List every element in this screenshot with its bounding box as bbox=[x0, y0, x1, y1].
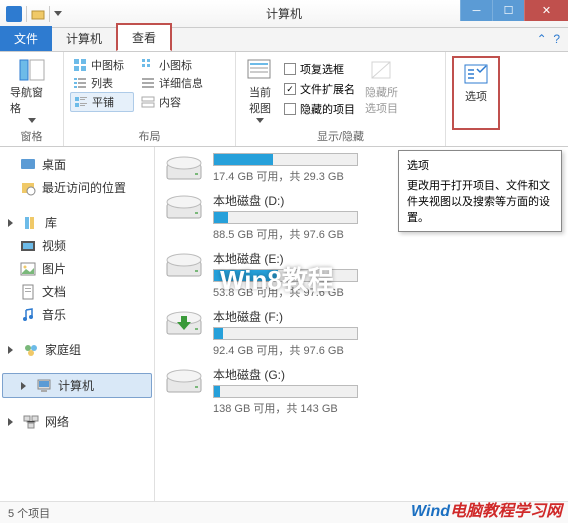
sidebar-item-videos[interactable]: 视频 bbox=[0, 234, 154, 257]
checkbox-icon bbox=[284, 63, 296, 75]
drive-usage-bar bbox=[213, 385, 358, 398]
options-button[interactable]: 选项 bbox=[458, 60, 494, 106]
sidebar-item-network[interactable]: 网络 bbox=[0, 410, 154, 433]
tiles-icon bbox=[74, 95, 88, 109]
drive-name: 本地磁盘 (E:) bbox=[213, 250, 560, 267]
drive-name: 本地磁盘 (F:) bbox=[213, 308, 560, 325]
chevron-right-icon bbox=[8, 418, 17, 426]
sidebar-item-documents[interactable]: 文档 bbox=[0, 280, 154, 303]
picture-icon bbox=[20, 261, 36, 277]
hide-icon bbox=[368, 58, 396, 82]
view-tiles-button[interactable]: 平铺 bbox=[70, 92, 134, 112]
drive-icon bbox=[163, 366, 205, 396]
title-bar: 计算机 ─ ☐ ✕ bbox=[0, 0, 568, 28]
nav-sidebar: 桌面 最近访问的位置 库 视频 图片 文档 音乐 家庭组 计算机 网络 bbox=[0, 147, 155, 501]
dropdown-icon[interactable] bbox=[54, 11, 62, 16]
sidebar-item-music[interactable]: 音乐 bbox=[0, 303, 154, 326]
network-icon bbox=[23, 414, 39, 430]
computer-icon bbox=[36, 378, 52, 394]
drive-item[interactable]: 本地磁盘 (G:) 138 GB 可用，共 143 GB bbox=[155, 362, 568, 420]
drive-usage-bar bbox=[213, 211, 358, 224]
nav-pane-button[interactable]: 导航窗格 bbox=[6, 56, 57, 126]
homegroup-icon bbox=[23, 342, 39, 358]
group-label-showhide: 显示/隐藏 bbox=[242, 126, 439, 146]
ribbon-collapse-icon[interactable]: ⌃ bbox=[537, 32, 547, 46]
view-content-button[interactable]: 内容 bbox=[138, 92, 202, 112]
sidebar-item-recent[interactable]: 最近访问的位置 bbox=[0, 176, 154, 199]
nav-pane-icon bbox=[18, 58, 46, 82]
options-icon bbox=[462, 62, 490, 86]
item-checkbox-toggle[interactable]: 项复选框 bbox=[284, 60, 355, 78]
checkbox-checked-icon: ✓ bbox=[284, 83, 296, 95]
drive-usage-bar bbox=[213, 327, 358, 340]
options-tooltip: 选项 更改用于打开项目、文件和文件夹视图以及搜索等方面的设置。 bbox=[398, 150, 562, 232]
drive-size-text: 138 GB 可用，共 143 GB bbox=[213, 400, 560, 416]
watermark: Wind电脑教程学习网 bbox=[411, 497, 562, 521]
maximize-button[interactable]: ☐ bbox=[492, 0, 524, 21]
chevron-right-icon bbox=[21, 382, 30, 390]
window-title: 计算机 bbox=[266, 5, 302, 22]
document-icon bbox=[20, 284, 36, 300]
grid-icon bbox=[73, 58, 87, 72]
status-text: 5 个项目 bbox=[8, 505, 50, 521]
sidebar-item-pictures[interactable]: 图片 bbox=[0, 257, 154, 280]
details-icon bbox=[141, 76, 155, 90]
sidebar-item-homegroup[interactable]: 家庭组 bbox=[0, 338, 154, 361]
current-view-button[interactable]: 当前 视图 bbox=[242, 56, 278, 126]
tab-view[interactable]: 查看 bbox=[116, 23, 172, 51]
app-icon bbox=[6, 6, 22, 22]
list-icon bbox=[73, 76, 87, 90]
view-small-button[interactable]: 小图标 bbox=[138, 56, 202, 74]
current-view-icon bbox=[246, 58, 274, 82]
sidebar-item-libs[interactable]: 库 bbox=[0, 211, 154, 234]
view-details-button[interactable]: 详细信息 bbox=[138, 74, 206, 92]
close-button[interactable]: ✕ bbox=[524, 0, 568, 21]
library-icon bbox=[23, 215, 39, 231]
drive-size-text: 92.4 GB 可用，共 97.6 GB bbox=[213, 342, 560, 358]
drive-item[interactable]: 本地磁盘 (F:) 92.4 GB 可用，共 97.6 GB bbox=[155, 304, 568, 362]
drive-icon bbox=[163, 192, 205, 222]
chevron-down-icon bbox=[28, 118, 36, 123]
tab-computer[interactable]: 计算机 bbox=[52, 26, 116, 51]
folder-icon bbox=[31, 7, 45, 21]
drive-usage-bar bbox=[213, 269, 358, 282]
view-medium-button[interactable]: 中图标 bbox=[70, 56, 134, 74]
drive-icon bbox=[163, 153, 205, 183]
checkbox-icon bbox=[284, 103, 296, 115]
drive-size-text: 53.8 GB 可用，共 97.6 GB bbox=[213, 284, 560, 300]
group-label-pane: 窗格 bbox=[6, 126, 57, 146]
grid-small-icon bbox=[141, 58, 155, 72]
tooltip-body: 更改用于打开项目、文件和文件夹视图以及搜索等方面的设置。 bbox=[407, 177, 553, 225]
drive-icon bbox=[163, 308, 205, 338]
drive-name: 本地磁盘 (G:) bbox=[213, 366, 560, 383]
sidebar-item-desktop[interactable]: 桌面 bbox=[0, 153, 154, 176]
chevron-right-icon bbox=[8, 346, 17, 354]
video-icon bbox=[20, 238, 36, 254]
hide-selected-button: 隐藏所 选项目 bbox=[361, 56, 402, 126]
chevron-down-icon bbox=[256, 118, 264, 123]
hidden-items-toggle[interactable]: 隐藏的项目 bbox=[284, 100, 355, 118]
file-ext-toggle[interactable]: ✓文件扩展名 bbox=[284, 80, 355, 98]
desktop-icon bbox=[20, 157, 36, 173]
minimize-button[interactable]: ─ bbox=[460, 0, 492, 21]
ribbon: 导航窗格 窗格 中图标 小图标 列表 详细信息 平铺 内容 布局 bbox=[0, 52, 568, 147]
group-label-layout: 布局 bbox=[70, 126, 229, 146]
drive-icon bbox=[163, 250, 205, 280]
sidebar-item-computer[interactable]: 计算机 bbox=[2, 373, 152, 398]
drive-usage-bar bbox=[213, 153, 358, 166]
help-icon[interactable]: ? bbox=[553, 32, 560, 46]
tooltip-title: 选项 bbox=[407, 157, 553, 173]
drive-item[interactable]: 本地磁盘 (E:) 53.8 GB 可用，共 97.6 GB bbox=[155, 246, 568, 304]
view-list-button[interactable]: 列表 bbox=[70, 74, 134, 92]
tab-file[interactable]: 文件 bbox=[0, 26, 52, 51]
content-icon bbox=[141, 95, 155, 109]
recent-icon bbox=[20, 180, 36, 196]
ribbon-tabs: 文件 计算机 查看 ⌃ ? bbox=[0, 28, 568, 52]
music-icon bbox=[20, 307, 36, 323]
chevron-right-icon bbox=[8, 219, 17, 227]
